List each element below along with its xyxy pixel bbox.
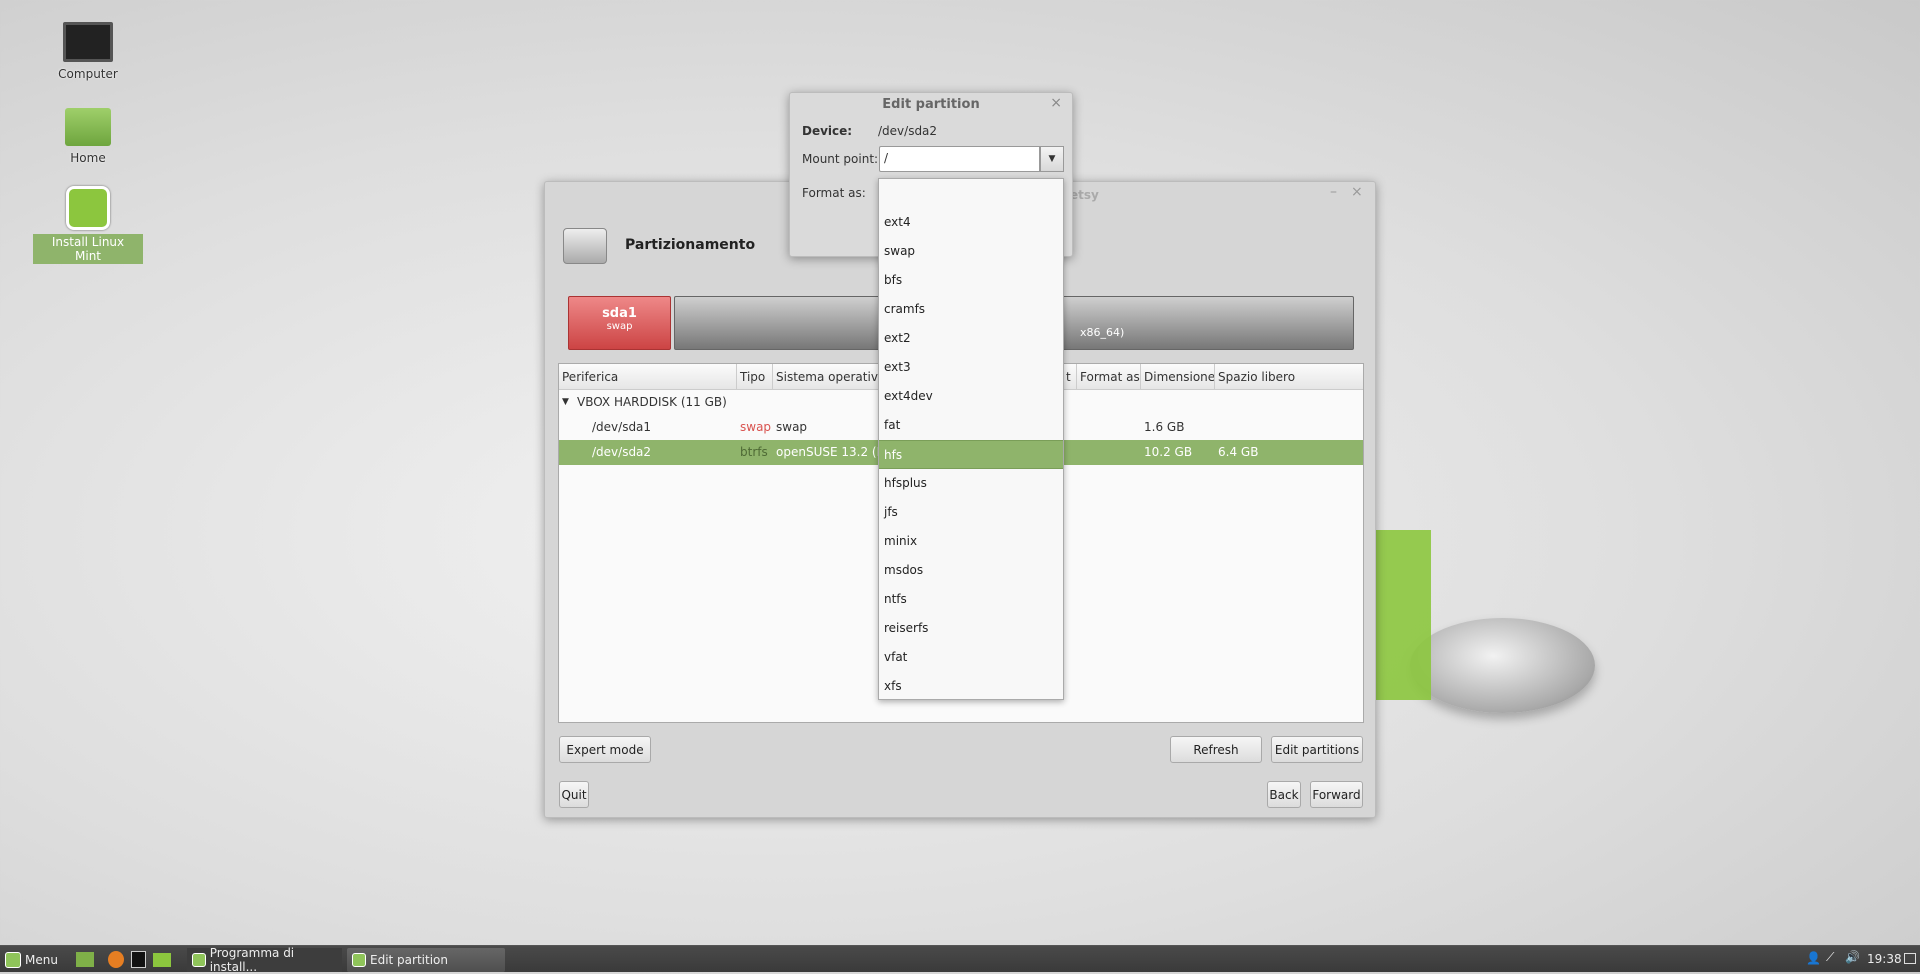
show-desktop-icon[interactable] xyxy=(76,952,94,967)
linux-mint-icon xyxy=(66,186,110,230)
device-cell: /dev/sda2 xyxy=(592,445,652,459)
format-option[interactable]: bfs xyxy=(879,266,1063,295)
format-option[interactable]: minix xyxy=(879,527,1063,556)
back-button[interactable]: Back xyxy=(1267,781,1301,808)
linux-mint-icon xyxy=(352,953,366,967)
format-option[interactable] xyxy=(879,179,1063,208)
desktop-icon-computer[interactable]: Computer xyxy=(33,22,143,82)
device-label: Device: xyxy=(802,124,853,138)
close-button[interactable]: × xyxy=(1351,184,1363,200)
task-edit-partition[interactable]: Edit partition xyxy=(347,948,505,972)
format-option[interactable]: ext2 xyxy=(879,324,1063,353)
format-option[interactable]: cramfs xyxy=(879,295,1063,324)
format-option[interactable]: msdos xyxy=(879,556,1063,585)
refresh-button[interactable]: Refresh xyxy=(1170,736,1262,763)
harddisk-icon xyxy=(563,228,607,264)
free-space-cell: 6.4 GB xyxy=(1218,445,1259,459)
format-option[interactable]: jfs xyxy=(879,498,1063,527)
expander-icon[interactable]: ▼ xyxy=(562,390,569,415)
type-cell: swap xyxy=(740,420,772,434)
user-icon[interactable]: 👤 xyxy=(1806,951,1821,965)
column-header[interactable]: Dimensione xyxy=(1141,364,1215,390)
format-as-label: Format as: xyxy=(802,186,866,200)
minimize-button[interactable]: – xyxy=(1330,184,1337,200)
column-header[interactable]: Format as xyxy=(1077,364,1141,390)
format-option[interactable]: hfs xyxy=(879,440,1063,469)
column-header[interactable]: t xyxy=(1063,364,1077,390)
desktop-icon-install-linux-mint[interactable]: Install Linux Mint xyxy=(33,186,143,264)
os-cell: openSUSE 13.2 (H xyxy=(776,445,886,459)
desktop-icon-label: Computer xyxy=(58,67,118,81)
desktop-icon-home[interactable]: Home xyxy=(33,108,143,166)
computer-icon xyxy=(63,22,113,62)
format-option[interactable]: vfat xyxy=(879,643,1063,672)
volume-icon[interactable]: 🔊 xyxy=(1845,950,1860,964)
menu-label: Menu xyxy=(25,953,58,967)
wallpaper-disc xyxy=(1410,618,1595,713)
task-label: Programma di install... xyxy=(209,946,295,974)
terminal-icon[interactable] xyxy=(131,951,146,968)
taskbar: Menu Programma di install... Edit partit… xyxy=(0,945,1920,974)
quit-button[interactable]: Quit xyxy=(559,781,589,808)
disk-name: VBOX HARDDISK (11 GB) xyxy=(577,395,727,409)
desktop-icon-label: Home xyxy=(70,151,106,165)
format-option[interactable]: hfsplus xyxy=(879,469,1063,498)
clock[interactable]: 19:38 xyxy=(1867,952,1902,966)
os-cell: swap xyxy=(776,420,808,434)
files-icon[interactable] xyxy=(153,953,171,967)
format-option[interactable]: swap xyxy=(879,237,1063,266)
task-installer[interactable]: Programma di install... xyxy=(187,946,342,974)
close-button[interactable]: × xyxy=(1050,95,1062,111)
page-heading: Partizionamento xyxy=(625,237,756,253)
partition-type: swap xyxy=(606,321,633,332)
column-header[interactable]: Spazio libero xyxy=(1215,364,1363,390)
size-cell: 10.2 GB xyxy=(1144,445,1193,459)
linux-mint-icon xyxy=(5,952,21,968)
partition-bar-sda1[interactable]: sda1 swap xyxy=(568,296,671,350)
wallpaper-cubes xyxy=(1376,530,1431,700)
device-value: /dev/sda2 xyxy=(878,124,938,138)
firefox-icon[interactable] xyxy=(108,951,124,968)
format-option[interactable]: ext4 xyxy=(879,208,1063,237)
format-option[interactable]: fat xyxy=(879,411,1063,440)
window-title: etsy xyxy=(1070,188,1099,202)
type-cell: btrfs xyxy=(740,445,768,459)
expert-mode-button[interactable]: Expert mode xyxy=(559,736,651,763)
device-cell: /dev/sda1 xyxy=(592,420,652,434)
dialog-title: Edit partition xyxy=(882,97,980,112)
mount-point-label: Mount point: xyxy=(802,152,879,166)
network-icon[interactable]: ⟋ xyxy=(1826,950,1834,965)
home-folder-icon xyxy=(65,108,111,146)
task-label: Edit partition xyxy=(370,953,448,967)
menu-button[interactable]: Menu xyxy=(0,948,58,972)
format-option[interactable]: ext3 xyxy=(879,353,1063,382)
partition-label: x86_64) xyxy=(1080,326,1125,339)
format-dropdown-list[interactable]: ext4 swap bfs cramfs ext2 ext3 ext4dev fat hfs hf… xyxy=(878,178,1064,700)
format-option[interactable]: ext4dev xyxy=(879,382,1063,411)
mount-point-input[interactable]: / xyxy=(879,146,1040,172)
format-option[interactable]: reiserfs xyxy=(879,614,1063,643)
column-header[interactable]: Tipo xyxy=(737,364,773,390)
window-list-icon[interactable] xyxy=(1904,953,1916,964)
size-cell: 1.6 GB xyxy=(1144,420,1185,434)
forward-button[interactable]: Forward xyxy=(1310,781,1363,808)
mount-point-dropdown-button[interactable]: ▼ xyxy=(1040,146,1064,172)
partition-name: sda1 xyxy=(602,306,637,321)
mount-point-value: / xyxy=(884,151,889,165)
format-option[interactable]: ntfs xyxy=(879,585,1063,614)
desktop-icon-label: Install Linux Mint xyxy=(33,234,143,264)
linux-mint-icon xyxy=(192,953,206,967)
column-header[interactable]: Periferica xyxy=(559,364,737,390)
format-option[interactable]: xfs xyxy=(879,672,1063,701)
edit-partitions-button[interactable]: Edit partitions xyxy=(1271,736,1363,763)
